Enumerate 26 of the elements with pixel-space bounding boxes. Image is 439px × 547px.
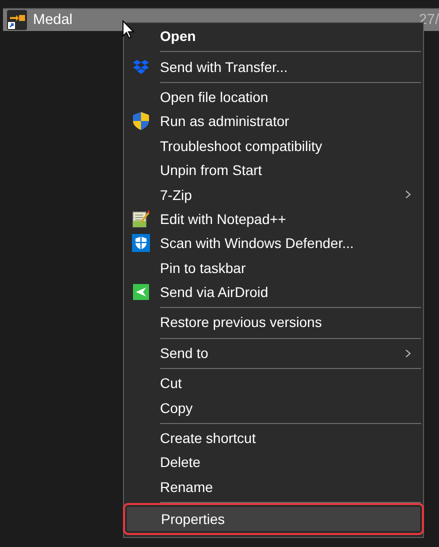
- menu-item[interactable]: Unpin from Start: [126, 158, 421, 182]
- cursor-icon: [122, 20, 135, 39]
- shield-icon: [133, 112, 149, 130]
- menu-item[interactable]: Copy: [126, 395, 421, 420]
- menu-item[interactable]: Pin to taskbar: [126, 256, 421, 280]
- menu-item[interactable]: Create shortcut: [126, 426, 421, 450]
- menu-item[interactable]: Send to: [126, 340, 421, 366]
- file-name: Medal: [33, 12, 72, 28]
- notepad-icon: [132, 210, 150, 228]
- menu-item[interactable]: Restore previous versions: [126, 310, 421, 335]
- menu-item[interactable]: Rename: [126, 474, 421, 500]
- dropbox-icon: [133, 60, 149, 74]
- menu-item[interactable]: Open file location: [126, 84, 421, 110]
- menu-item[interactable]: Run as administrator: [126, 109, 421, 134]
- app-icon: [7, 10, 27, 30]
- menu-item[interactable]: Delete: [126, 450, 421, 475]
- menu-item[interactable]: Send via AirDroid: [126, 280, 421, 304]
- menu-item[interactable]: 7-Zip: [126, 182, 421, 207]
- airdroid-icon: [133, 284, 149, 300]
- menu-item[interactable]: Send with Transfer...: [126, 54, 421, 79]
- menu-item[interactable]: Scan with Windows Defender...: [126, 231, 421, 256]
- menu-item[interactable]: Troubleshoot compatibility: [126, 134, 421, 158]
- defender-icon: [132, 234, 150, 252]
- menu-item[interactable]: Properties: [127, 507, 420, 532]
- menu-item[interactable]: Edit with Notepad++: [126, 206, 421, 232]
- menu-item[interactable]: Cut: [126, 371, 421, 396]
